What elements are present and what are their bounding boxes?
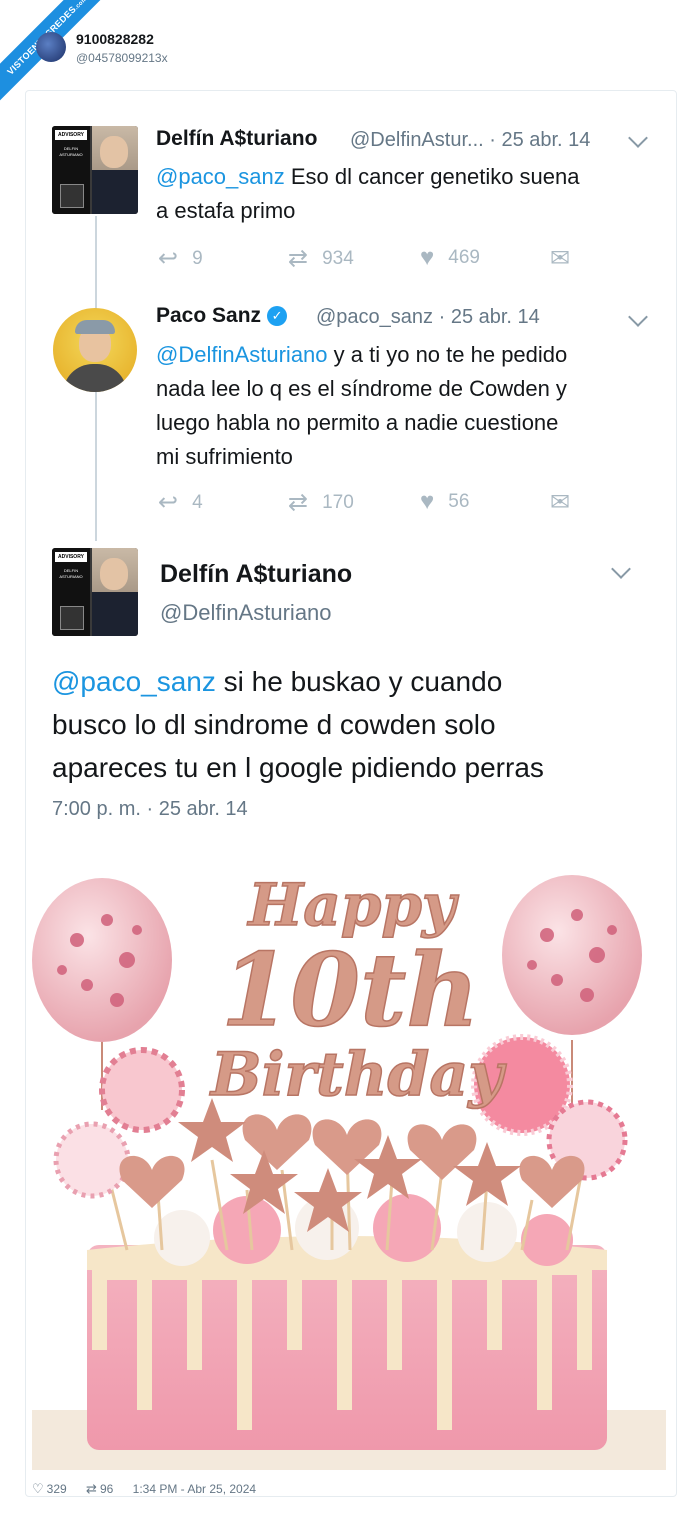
- avatar-delfin[interactable]: ADVISORY DELFIN ASTURIANO: [52, 126, 138, 214]
- tweet1-retweets: 934: [322, 248, 354, 269]
- verified-icon: ✓: [267, 306, 288, 326]
- tweet2-name: Paco Sanz: [156, 304, 262, 327]
- tweet2-mention[interactable]: @DelfinAsturiano: [156, 342, 328, 367]
- retweet-icon: ⇄: [288, 245, 309, 272]
- tweet2-text: @DelfinAsturiano y a ti yo no te he pedi…: [156, 338, 567, 474]
- tweet2-meta[interactable]: @paco_sanz · 25 abr. 14: [316, 306, 540, 329]
- watermark-suffix: .com: [73, 0, 89, 12]
- main-line2: busco lo dl sindrome d cowden solo: [52, 709, 496, 740]
- poster-text: DELFIN ASTURIANO: [59, 568, 83, 579]
- tweet1-text: @paco_sanz Eso dl cancer genetiko suena …: [156, 160, 580, 228]
- tweet1-replies: 9: [192, 248, 203, 269]
- main-author-name[interactable]: Delfín A$turiano: [160, 560, 352, 589]
- poster-badge: [60, 184, 84, 208]
- main-mention[interactable]: @paco_sanz: [52, 666, 216, 697]
- tweet2-retweets: 170: [322, 492, 354, 513]
- topper-line3: Birthday: [209, 1040, 507, 1110]
- poster-text: DELFIN ASTURIANO: [59, 146, 83, 157]
- retweet-icon: ⇄: [86, 1481, 97, 1496]
- dm-icon: ✉: [550, 245, 571, 272]
- album-poster: ADVISORY DELFIN ASTURIANO: [52, 126, 90, 214]
- album-poster: ADVISORY DELFIN ASTURIANO: [52, 548, 90, 636]
- footer-like[interactable]: ♡ 329: [32, 1481, 75, 1496]
- poster-badge: [60, 606, 84, 630]
- heart-icon: ♥: [420, 244, 435, 271]
- main-line1: si he buskao y cuando: [215, 666, 503, 697]
- tweet1-likes: 469: [448, 247, 480, 268]
- tweet1-line2: a estafa primo: [156, 198, 296, 223]
- tweet2-line4: mi sufrimiento: [156, 444, 293, 469]
- retweet-button[interactable]: ⇄ 170: [288, 488, 354, 517]
- footer-retweet[interactable]: ⇄ 96: [86, 1481, 121, 1496]
- retweet-icon: ⇄: [288, 489, 309, 516]
- main-line3: apareces tu en l google pidiendo perras: [52, 752, 544, 783]
- attached-image[interactable]: Happy 10th Birthday: [32, 850, 666, 1470]
- like-button[interactable]: ♥ 56: [420, 488, 469, 516]
- advisory-label: ADVISORY: [55, 552, 87, 562]
- advisory-label: ADVISORY: [55, 130, 87, 140]
- header-name[interactable]: 9100828282: [76, 31, 154, 47]
- heart-icon: ♥: [420, 488, 435, 515]
- tweet2-author-name[interactable]: Paco Sanz ✓: [156, 304, 291, 328]
- footer-likes: 329: [46, 1482, 67, 1496]
- tweet2-line3: luego habla no permito a nadie cuestione: [156, 410, 559, 435]
- header-handle[interactable]: @04578099213x: [76, 51, 168, 65]
- tweet1-author-name[interactable]: Delfín A$turiano: [156, 127, 317, 151]
- footer-retweets: 96: [99, 1482, 114, 1496]
- person-photo: [92, 548, 138, 636]
- tweet2-likes: 56: [448, 491, 470, 512]
- dm-button[interactable]: ✉: [550, 488, 584, 517]
- topper-line2: 10th: [221, 931, 479, 1049]
- reply-button[interactable]: ↩ 9: [158, 244, 203, 273]
- reply-icon: ↩: [158, 489, 179, 516]
- person-photo: [92, 126, 138, 214]
- topper-line1: Happy: [246, 871, 459, 939]
- heart-icon: ♡: [32, 1481, 44, 1496]
- tweet2-line2: nada lee lo q es el síndrome de Cowden y: [156, 376, 567, 401]
- screenshot-frame: VISTOENLASREDES.com 9100828282 @04578099…: [0, 0, 700, 1523]
- dm-icon: ✉: [550, 489, 571, 516]
- reply-button[interactable]: ↩ 4: [158, 488, 203, 517]
- avatar-delfin-main[interactable]: ADVISORY DELFIN ASTURIANO: [52, 548, 138, 636]
- main-timestamp[interactable]: 7:00 p. m. · 25 abr. 14: [52, 798, 248, 821]
- dm-button[interactable]: ✉: [550, 244, 584, 273]
- tweet2-line1: y a ti yo no te he pedido: [327, 342, 568, 367]
- cake-illustration: Happy 10th Birthday: [32, 870, 666, 1470]
- tweet1-meta[interactable]: @DelfinAstur... · 25 abr. 14: [350, 129, 590, 152]
- main-author-handle[interactable]: @DelfinAsturiano: [160, 600, 332, 626]
- main-tweet-text: @paco_sanz si he buskao y cuando busco l…: [52, 660, 652, 789]
- retweet-button[interactable]: ⇄ 934: [288, 244, 354, 273]
- like-button[interactable]: ♥ 469: [420, 244, 480, 272]
- footer-timestamp[interactable]: 1:34 PM - Abr 25, 2024: [133, 1482, 256, 1496]
- avatar-paco[interactable]: [53, 308, 137, 392]
- header-avatar[interactable]: [36, 32, 66, 62]
- topper-text: Happy 10th Birthday: [208, 870, 508, 1111]
- reply-icon: ↩: [158, 245, 179, 272]
- footer-bar: ♡ 329 ⇄ 96 1:34 PM - Abr 25, 2024: [32, 1481, 264, 1497]
- tweet1-mention[interactable]: @paco_sanz: [156, 164, 285, 189]
- tweet1-line1: Eso dl cancer genetiko suena: [284, 164, 580, 189]
- tweet2-replies: 4: [192, 492, 203, 513]
